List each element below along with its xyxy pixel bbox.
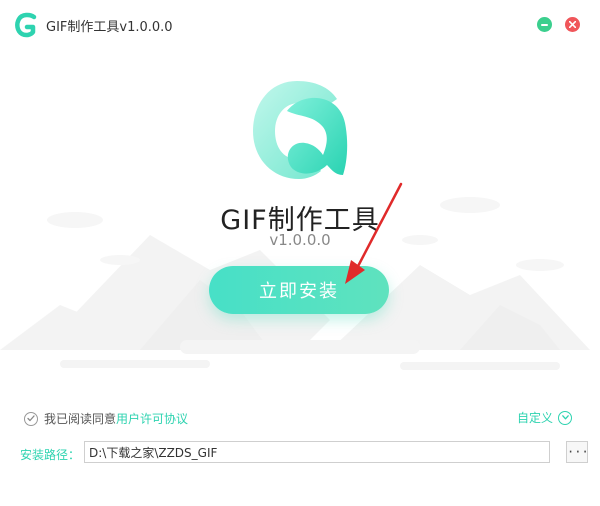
custom-install-toggle[interactable]: 自定义 (517, 409, 573, 426)
agree-checkbox[interactable] (24, 411, 38, 426)
browse-button[interactable]: ··· (566, 441, 589, 463)
installer-window: GIF制作工具v1.0.0.0 GIF制作工具 v1.0.0.0 立即安装 我已… (0, 0, 600, 506)
minimize-icon (541, 23, 548, 26)
minimize-button[interactable] (537, 17, 552, 32)
custom-label: 自定义 (517, 411, 554, 425)
close-icon (569, 21, 576, 28)
chevron-down-icon (558, 410, 573, 425)
red-arrow-annotation (345, 182, 403, 284)
window-title: GIF制作工具v1.0.0.0 (46, 20, 173, 35)
version-label: v1.0.0.0 (269, 231, 331, 249)
license-agreement: 我已阅读同意 用户许可协议 (24, 410, 188, 427)
agree-text: 我已阅读同意 (44, 412, 117, 426)
license-link[interactable]: 用户许可协议 (116, 410, 188, 427)
title-bar[interactable]: GIF制作工具v1.0.0.0 (0, 0, 600, 50)
hero-section: GIF制作工具 v1.0.0.0 立即安装 (0, 50, 600, 390)
close-button[interactable] (565, 17, 580, 32)
install-path-input[interactable] (84, 441, 550, 463)
gif-tool-logo-icon (253, 81, 348, 179)
check-icon (27, 415, 35, 422)
app-logo-icon (15, 12, 37, 38)
install-path-label: 安装路径： (20, 448, 81, 462)
